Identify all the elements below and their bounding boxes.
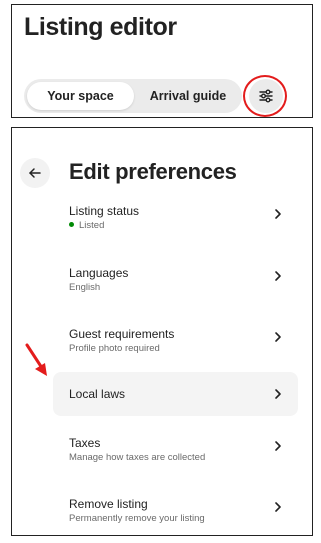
chevron-right-icon — [275, 502, 281, 512]
chevron-right-icon — [275, 271, 281, 281]
view-switcher: Your space Arrival guide — [24, 79, 242, 113]
chevron-right-icon — [275, 209, 281, 219]
edit-preferences-title: Edit preferences — [69, 159, 237, 184]
chevron-right-icon — [275, 332, 281, 342]
pref-item-taxes[interactable]: Taxes Manage how taxes are collected — [53, 430, 298, 474]
pref-item-local-laws[interactable]: Local laws — [53, 372, 298, 416]
pref-item-listing-status[interactable]: Listing status Listed — [53, 198, 298, 242]
edit-preferences-panel: Edit preferences Listing status Listed L… — [11, 127, 313, 536]
settings-button[interactable] — [249, 79, 283, 113]
status-dot — [69, 222, 74, 227]
pref-item-subtitle: Listed — [69, 220, 104, 231]
pref-item-subtitle: English — [69, 282, 101, 293]
page-title: Listing editor — [24, 13, 177, 41]
chevron-right-icon — [275, 441, 281, 451]
listing-editor-panel: Listing editor Your space Arrival guide — [11, 4, 313, 118]
pref-item-label: Languages — [69, 266, 129, 280]
arrow-left-icon — [29, 168, 41, 178]
pref-item-label: Listing status — [69, 204, 140, 218]
pref-item-label: Local laws — [69, 387, 126, 401]
pref-item-label: Guest requirements — [69, 327, 175, 341]
pref-item-label: Remove listing — [69, 497, 148, 511]
pref-item-languages[interactable]: Languages English — [53, 260, 298, 304]
back-button[interactable] — [20, 158, 50, 188]
pref-item-label: Taxes — [69, 436, 101, 450]
tab-your-space[interactable]: Your space — [27, 82, 134, 110]
pref-item-subtitle: Profile photo required — [69, 343, 160, 354]
status-text: Listed — [79, 220, 105, 231]
pref-item-guest-requirements[interactable]: Guest requirements Profile photo require… — [53, 321, 298, 365]
tab-arrival-guide[interactable]: Arrival guide — [138, 82, 238, 110]
pref-item-subtitle: Manage how taxes are collected — [69, 452, 206, 463]
pref-item-subtitle: Permanently remove your listing — [69, 513, 205, 524]
pref-item-remove-listing[interactable]: Remove listing Permanently remove your l… — [53, 491, 298, 535]
chevron-right-icon — [275, 389, 281, 399]
sliders-icon — [259, 89, 273, 103]
